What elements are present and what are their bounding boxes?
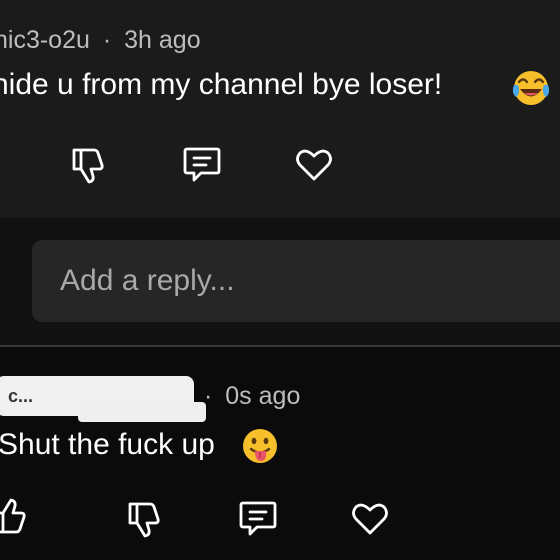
comment-text-bottom: Shut the fuck up (0, 428, 215, 461)
redaction-box-2 (78, 402, 206, 422)
thumbs-down-icon[interactable] (122, 496, 166, 540)
comment-timestamp: 0s ago (225, 382, 301, 410)
thumbs-down-icon[interactable] (66, 142, 110, 186)
meta-separator: · (102, 26, 112, 54)
comment-icon[interactable] (236, 496, 280, 540)
face-with-tongue-icon (243, 429, 277, 463)
face-with-tears-of-joy-icon (512, 71, 550, 105)
comment-meta-top: nic3-o2u · 3h ago (0, 26, 201, 55)
reply-placeholder[interactable]: Add a reply... (60, 264, 235, 298)
heart-icon[interactable] (292, 142, 336, 186)
comment-divider (0, 345, 560, 347)
comment-username[interactable]: nic3-o2u (0, 26, 90, 54)
comment-timestamp: 3h ago (124, 26, 201, 54)
comment-text-top: hide u from my channel bye loser! (0, 68, 443, 101)
thumbs-up-icon[interactable] (0, 496, 32, 540)
comment-username-bottom[interactable]: c... (8, 386, 33, 407)
meta-separator: · (204, 382, 213, 410)
comment-icon[interactable] (180, 142, 224, 186)
heart-icon[interactable] (348, 496, 392, 540)
comment-meta-bottom: · 0s ago (204, 382, 300, 411)
